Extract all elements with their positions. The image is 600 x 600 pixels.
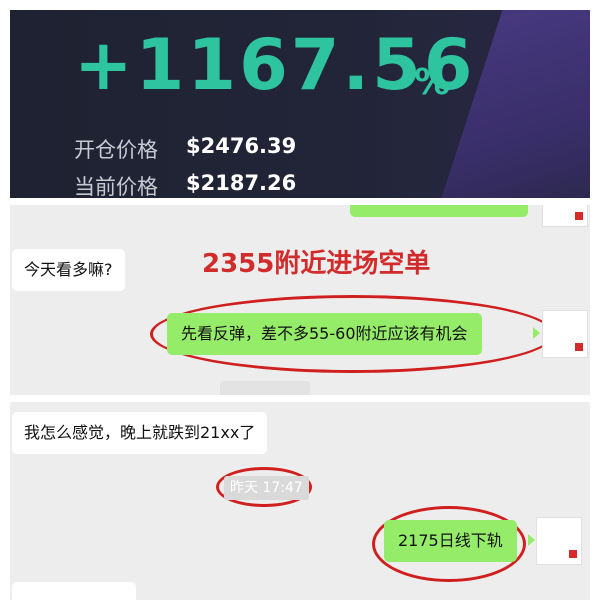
current-price-label: 当前价格 [74, 175, 158, 198]
incoming-message[interactable]: 我怎么感觉，晚上就跌到21xx了 [12, 412, 268, 454]
avatar[interactable] [542, 310, 588, 358]
avatar-seal-icon [575, 212, 583, 220]
avatar-seal-icon [569, 550, 577, 558]
cropped-timestamp [220, 381, 310, 395]
open-price-row: 开仓价格 $2476.39 [74, 134, 296, 164]
current-price-row: 当前价格 $2187.26 [74, 171, 296, 198]
timestamp: 昨天 17:47 [224, 476, 309, 500]
bubble-tail [533, 327, 540, 339]
percent-sign: % [414, 62, 451, 103]
outgoing-message[interactable]: 先看反弹，差不多55-60附近应该有机会 [167, 313, 482, 355]
avatar[interactable] [542, 205, 588, 227]
bubble-tail [528, 534, 535, 546]
annotation-text: 2355附近进场空单 [202, 249, 431, 279]
chat-panel-1: 今天看多嘛? 2355附近进场空单 先看反弹，差不多55-60附近应该有机会 [10, 205, 590, 395]
cropped-message-bubble [12, 582, 136, 600]
chat-panel-2: 我怎么感觉，晚上就跌到21xx了 昨天 17:47 2175日线下轨 [10, 402, 590, 600]
cropped-message-bubble [350, 205, 528, 217]
open-price-value: $2476.39 [186, 134, 297, 158]
open-price-label: 开仓价格 [74, 138, 158, 162]
avatar[interactable] [536, 517, 582, 565]
current-price-value: $2187.26 [186, 171, 297, 195]
incoming-message[interactable]: 今天看多嘛? [12, 249, 125, 291]
profit-card: +1167.56 % 开仓价格 $2476.39 当前价格 $2187.26 [10, 10, 590, 198]
outgoing-message[interactable]: 2175日线下轨 [384, 520, 517, 562]
avatar-seal-icon [575, 343, 583, 351]
